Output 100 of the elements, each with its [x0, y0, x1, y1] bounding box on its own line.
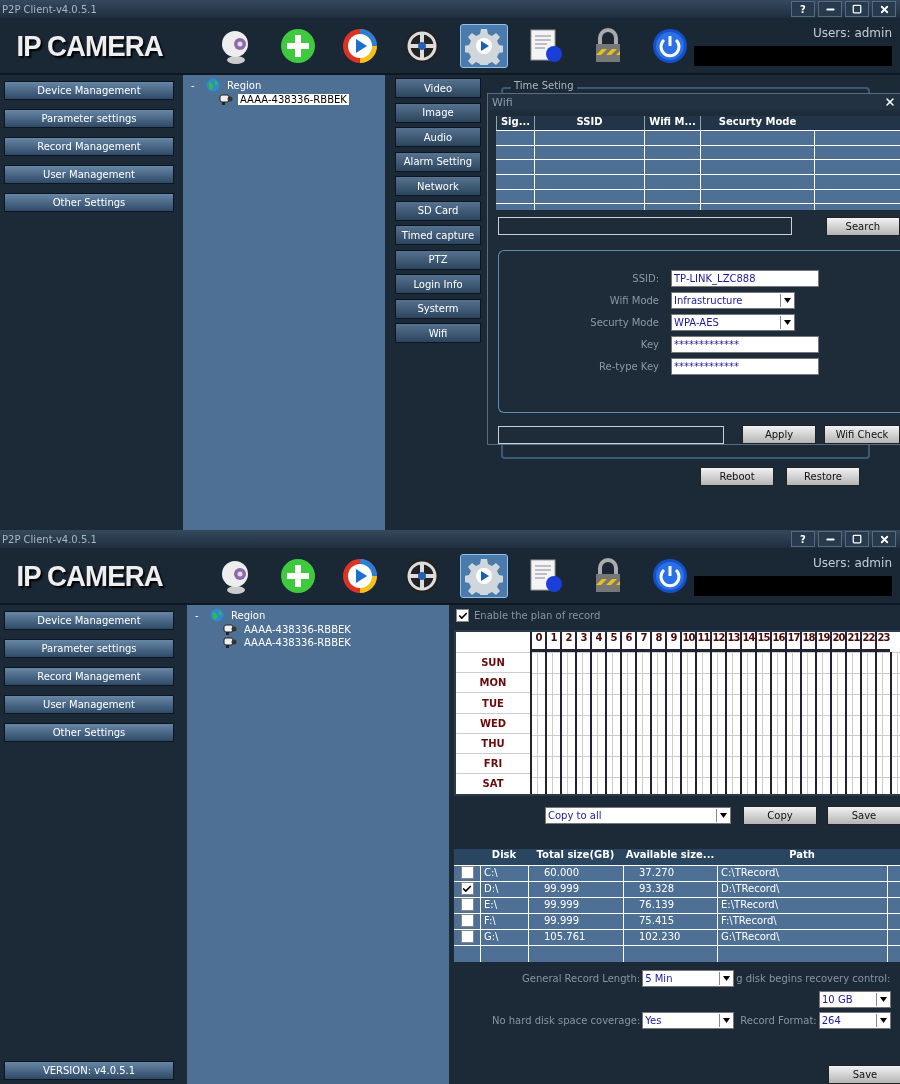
version-button[interactable]: VERSION: v4.0.5.1 — [4, 1061, 174, 1080]
submenu-button[interactable]: Alarm Setting — [395, 151, 481, 172]
maximize-button[interactable] — [845, 1, 869, 17]
tree-item[interactable]: Region — [229, 609, 268, 621]
action-button[interactable]: Restore — [786, 467, 860, 486]
table-cell-text: 99.999 — [543, 914, 580, 929]
nav-button[interactable]: Record Management — [4, 137, 174, 156]
table-cell-text: 76.139 — [638, 898, 675, 913]
time-slot-grid[interactable] — [530, 652, 900, 794]
collapse-toggle[interactable]: - — [191, 79, 201, 91]
close-icon — [878, 3, 890, 15]
power-icon — [651, 556, 689, 595]
collapse-toggle[interactable]: - — [195, 609, 205, 621]
field-label: Securty Mode — [589, 316, 659, 328]
tree-item[interactable]: Region — [225, 79, 264, 91]
help-button[interactable]: ? — [791, 531, 815, 547]
search-button[interactable]: Search — [825, 216, 900, 236]
close-button[interactable] — [872, 1, 896, 17]
submenu-button[interactable]: Image — [395, 102, 481, 123]
submenu-button[interactable]: SD Card — [395, 200, 481, 221]
submenu-button[interactable]: Network — [395, 176, 481, 196]
submenu-button[interactable]: Login Info — [395, 274, 481, 294]
nav-button[interactable]: Record Management — [4, 667, 174, 686]
input-field[interactable]: TP-LINK_LZC888 — [671, 269, 819, 287]
save-button[interactable]: Save — [828, 1065, 900, 1084]
action-button[interactable]: Apply — [742, 425, 816, 444]
settings-icon — [465, 556, 503, 595]
nav-button[interactable]: Other Settings — [4, 723, 174, 742]
action-button[interactable]: Wifi Check — [824, 425, 900, 444]
submenu-button[interactable]: Wifi — [395, 323, 481, 343]
column-header[interactable]: Path — [717, 848, 887, 865]
toolbar-button[interactable] — [460, 23, 508, 68]
checkbox[interactable] — [460, 898, 474, 912]
logo: IP CAMERA — [15, 558, 164, 593]
table-cell-text: 105.761 — [543, 930, 587, 945]
hour-label: 16 — [770, 632, 785, 652]
checkbox[interactable] — [460, 914, 474, 928]
setting-label: g disk begins recovery control: — [736, 973, 891, 984]
input-field[interactable]: ************* — [671, 335, 819, 353]
document-icon — [527, 26, 565, 65]
maximize-button[interactable] — [845, 531, 869, 547]
logo: IP CAMERA — [15, 28, 164, 63]
dropdown[interactable]: WPA-AES — [671, 313, 795, 331]
tree-item[interactable]: AAAA-438336-RBBEK — [242, 636, 353, 648]
close-icon — [878, 533, 890, 545]
table-cell-text: 75.415 — [638, 914, 675, 929]
hour-label: 10 — [680, 632, 695, 652]
table-cell-text: F:\TRecord\ — [720, 914, 778, 929]
dropdown[interactable]: Yes — [642, 1012, 735, 1029]
hour-label: 3 — [575, 632, 590, 652]
nav-button[interactable]: Device Management — [4, 81, 174, 100]
dropdown[interactable]: 10 GB — [819, 991, 891, 1008]
hour-label: 4 — [590, 632, 605, 652]
copy-dropdown[interactable]: Copy to all — [545, 806, 731, 824]
minimize-button[interactable] — [818, 531, 842, 547]
tree-item[interactable]: AAAA-438336-RBBEK — [242, 623, 353, 635]
checkbox[interactable] — [460, 866, 474, 880]
submenu-button[interactable]: Video — [395, 78, 481, 98]
close-icon[interactable] — [884, 96, 896, 109]
day-label: SAT — [456, 773, 530, 794]
hour-label: 21 — [845, 632, 860, 652]
table-cell-text: C:\TRecord\ — [720, 866, 780, 881]
nav-button[interactable]: Parameter settings — [4, 639, 174, 658]
hour-label: 19 — [815, 632, 830, 652]
column-header[interactable]: Available size... — [623, 848, 717, 865]
dialog-title: Wifi — [492, 95, 513, 109]
nav-button[interactable]: Device Management — [4, 611, 174, 630]
dropdown[interactable]: 5 Min — [642, 970, 735, 987]
caret-icon — [716, 808, 730, 822]
input-field[interactable]: ************* — [671, 357, 819, 375]
hour-label: 14 — [740, 632, 755, 652]
minimize-button[interactable] — [818, 1, 842, 17]
submenu-button[interactable]: Audio — [395, 127, 481, 147]
checkbox[interactable] — [460, 882, 474, 896]
action-button[interactable]: Save — [827, 805, 900, 825]
nav-button[interactable]: Other Settings — [4, 193, 174, 212]
close-button[interactable] — [872, 531, 896, 547]
table-cell-text: 37.270 — [638, 866, 675, 881]
table-cell-text: F:\ — [483, 914, 497, 929]
nav-button[interactable]: User Management — [4, 695, 174, 714]
hour-label: 1 — [545, 632, 560, 652]
tree-item[interactable]: AAAA-438336-RBBEK — [238, 93, 349, 105]
dropdown[interactable]: 264 — [818, 1012, 891, 1029]
help-button[interactable]: ? — [791, 1, 815, 17]
action-button[interactable]: Copy — [743, 805, 817, 825]
search-input[interactable] — [498, 217, 792, 236]
table-cell-text: 99.999 — [543, 882, 580, 897]
nav-button[interactable]: Parameter settings — [4, 109, 174, 128]
nav-button[interactable]: User Management — [4, 165, 174, 184]
day-label: MON — [456, 672, 530, 693]
submenu-button[interactable]: PTZ — [395, 249, 481, 270]
toolbar-button[interactable] — [460, 553, 508, 598]
action-button[interactable]: Reboot — [700, 467, 774, 486]
submenu-button[interactable]: Timed capture — [395, 225, 481, 245]
dropdown[interactable]: Infrastructure — [671, 291, 795, 309]
submenu-button[interactable]: Systerm — [395, 298, 481, 319]
column-header[interactable]: Disk — [480, 848, 528, 865]
checkbox[interactable] — [460, 930, 474, 944]
checkbox[interactable] — [456, 609, 469, 622]
column-header[interactable]: Total size(GB) — [528, 848, 623, 865]
